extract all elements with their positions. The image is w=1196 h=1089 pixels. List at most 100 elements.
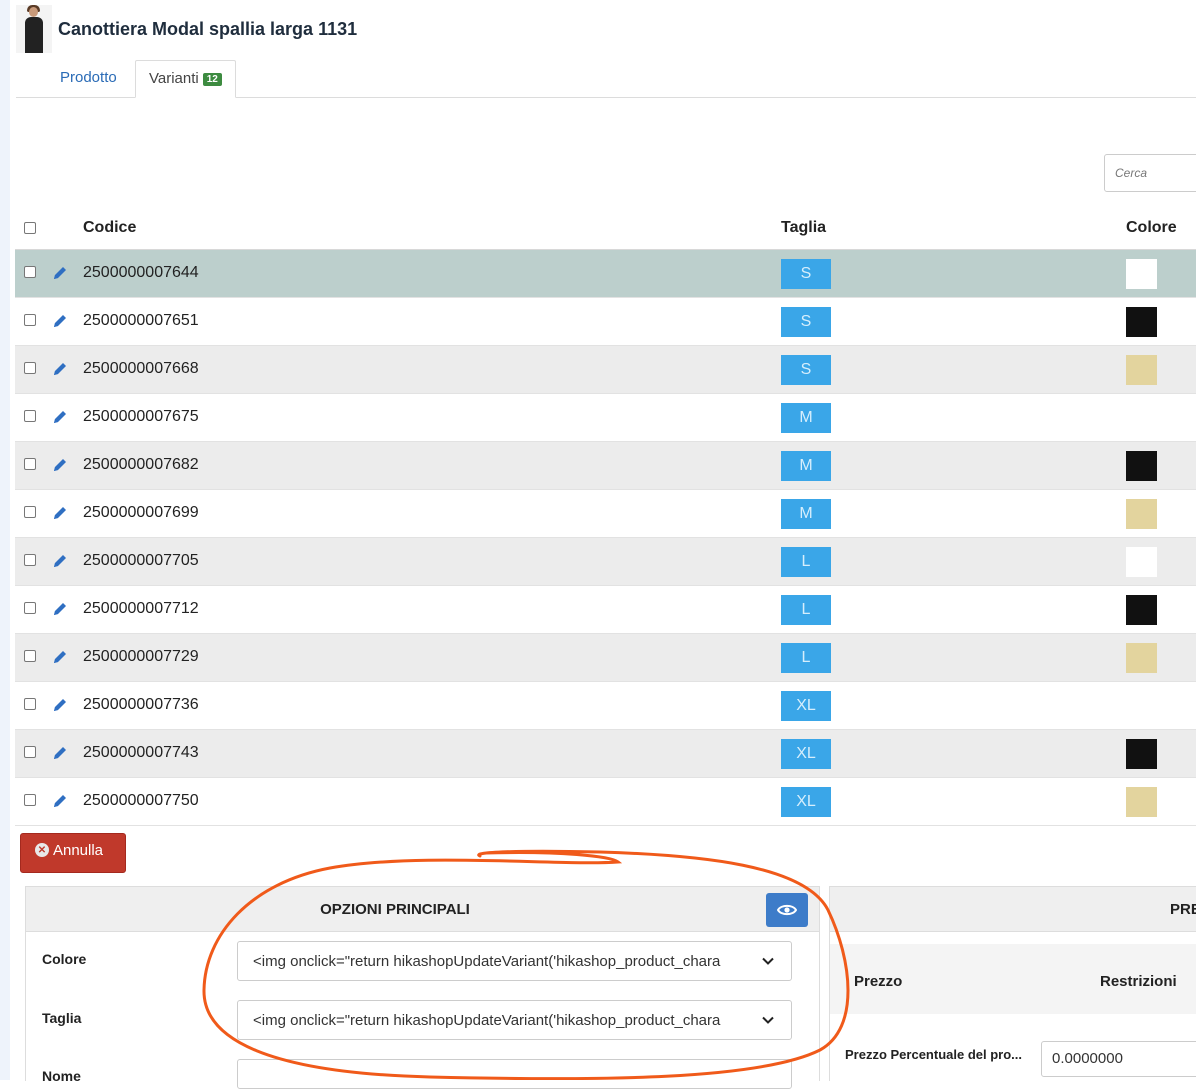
variant-code: 2500000007668 — [83, 360, 199, 377]
row-checkbox[interactable] — [24, 602, 36, 614]
nome-label: Nome — [42, 1068, 81, 1084]
color-swatch — [1126, 499, 1157, 529]
variant-code: 2500000007705 — [83, 552, 199, 569]
main-options-header: OPZIONI PRINCIPALI — [26, 887, 819, 932]
table-row[interactable]: 2500000007736 XL — [15, 682, 1196, 730]
table-row[interactable]: 2500000007705 L — [15, 538, 1196, 586]
product-thumbnail — [16, 5, 52, 53]
size-badge: S — [781, 259, 831, 289]
color-swatch — [1126, 451, 1157, 481]
color-swatch — [1126, 547, 1157, 577]
cancel-button[interactable]: ✕ Annulla — [20, 833, 126, 873]
colore-select[interactable]: <img onclick="return hikashopUpdateVaria… — [237, 941, 792, 981]
table-row[interactable]: 2500000007743 XL — [15, 730, 1196, 778]
variant-count-badge: 12 — [202, 72, 222, 86]
row-checkbox[interactable] — [24, 506, 36, 518]
pencil-icon[interactable] — [51, 264, 69, 282]
main-options-title: OPZIONI PRINCIPALI — [320, 901, 470, 918]
pencil-icon[interactable] — [51, 408, 69, 426]
pencil-icon[interactable] — [51, 744, 69, 762]
variant-code: 2500000007675 — [83, 408, 199, 425]
row-checkbox[interactable] — [24, 698, 36, 710]
pencil-icon[interactable] — [51, 312, 69, 330]
color-swatch — [1126, 643, 1157, 673]
variant-code: 2500000007750 — [83, 792, 199, 809]
price-panel-header: PRE — [830, 887, 1196, 932]
chevron-down-icon — [762, 957, 774, 965]
column-header-code[interactable]: Codice — [83, 219, 136, 237]
price-column-header: Prezzo — [854, 973, 903, 990]
size-badge: XL — [781, 691, 831, 721]
size-badge: M — [781, 499, 831, 529]
pencil-icon[interactable] — [51, 792, 69, 810]
table-row[interactable]: 2500000007675 M — [15, 394, 1196, 442]
table-header: Codice Taglia Colore — [15, 206, 1196, 250]
row-checkbox[interactable] — [24, 554, 36, 566]
row-checkbox[interactable] — [24, 650, 36, 662]
taglia-label: Taglia — [42, 1010, 82, 1026]
color-swatch — [1126, 787, 1157, 817]
pencil-icon[interactable] — [51, 600, 69, 618]
column-header-size[interactable]: Taglia — [781, 219, 826, 237]
percent-price-input[interactable]: 0.0000000 — [1041, 1041, 1196, 1077]
pencil-icon[interactable] — [51, 696, 69, 714]
taglia-select-value: <img onclick="return hikashopUpdateVaria… — [253, 1012, 721, 1029]
toggle-visibility-button[interactable] — [766, 893, 808, 927]
size-badge: S — [781, 307, 831, 337]
color-swatch — [1126, 355, 1157, 385]
taglia-select[interactable]: <img onclick="return hikashopUpdateVaria… — [237, 1000, 792, 1040]
variant-code: 2500000007712 — [83, 600, 199, 617]
row-checkbox[interactable] — [24, 314, 36, 326]
column-header-color[interactable]: Colore — [1126, 219, 1177, 237]
row-checkbox[interactable] — [24, 458, 36, 470]
table-row[interactable]: 2500000007651 S — [15, 298, 1196, 346]
size-badge: M — [781, 403, 831, 433]
percent-price-label: Prezzo Percentuale del pro... — [845, 1047, 1022, 1062]
search-input[interactable] — [1104, 154, 1196, 192]
row-checkbox[interactable] — [24, 794, 36, 806]
price-columns: Prezzo Restrizioni — [830, 944, 1196, 1014]
table-row[interactable]: 2500000007699 M — [15, 490, 1196, 538]
product-title: Canottiera Modal spallia larga 1131 — [58, 18, 358, 39]
variant-code: 2500000007743 — [83, 744, 199, 761]
pencil-icon[interactable] — [51, 456, 69, 474]
color-swatch — [1126, 739, 1157, 769]
size-badge: L — [781, 643, 831, 673]
restrictions-column-header: Restrizioni — [1100, 973, 1177, 990]
table-row[interactable]: 2500000007750 XL — [15, 778, 1196, 826]
row-checkbox[interactable] — [24, 266, 36, 278]
table-row[interactable]: 2500000007712 L — [15, 586, 1196, 634]
select-all-checkbox[interactable] — [24, 222, 36, 234]
nome-input[interactable] — [237, 1059, 792, 1089]
tab-varianti[interactable]: Varianti 12 — [135, 60, 236, 98]
cancel-button-label: Annulla — [52, 841, 104, 859]
variant-code: 2500000007682 — [83, 456, 199, 473]
size-badge: L — [781, 547, 831, 577]
size-badge: L — [781, 595, 831, 625]
table-row[interactable]: 2500000007729 L — [15, 634, 1196, 682]
row-checkbox[interactable] — [24, 362, 36, 374]
variant-code: 2500000007729 — [83, 648, 199, 665]
row-checkbox[interactable] — [24, 746, 36, 758]
price-panel-title: PRE — [1170, 901, 1196, 918]
table-body: 2500000007644 S 2500000007651 S 250000000766… — [15, 250, 1196, 826]
variant-code: 2500000007699 — [83, 504, 199, 521]
left-strip — [0, 0, 10, 1080]
size-badge: M — [781, 451, 831, 481]
pencil-icon[interactable] — [51, 648, 69, 666]
color-swatch — [1126, 259, 1157, 289]
row-checkbox[interactable] — [24, 410, 36, 422]
table-row[interactable]: 2500000007644 S — [15, 250, 1196, 298]
table-row[interactable]: 2500000007668 S — [15, 346, 1196, 394]
pencil-icon[interactable] — [51, 360, 69, 378]
size-badge: XL — [781, 739, 831, 769]
pencil-icon[interactable] — [51, 504, 69, 522]
size-badge: S — [781, 355, 831, 385]
pencil-icon[interactable] — [51, 552, 69, 570]
tab-prodotto[interactable]: Prodotto — [47, 60, 130, 96]
variant-code: 2500000007644 — [83, 264, 199, 281]
tab-bar: Prodotto Varianti 12 — [16, 60, 1196, 98]
product-header: Canottiera Modal spallia larga 1131 — [16, 4, 357, 54]
variant-code: 2500000007651 — [83, 312, 199, 329]
table-row[interactable]: 2500000007682 M — [15, 442, 1196, 490]
